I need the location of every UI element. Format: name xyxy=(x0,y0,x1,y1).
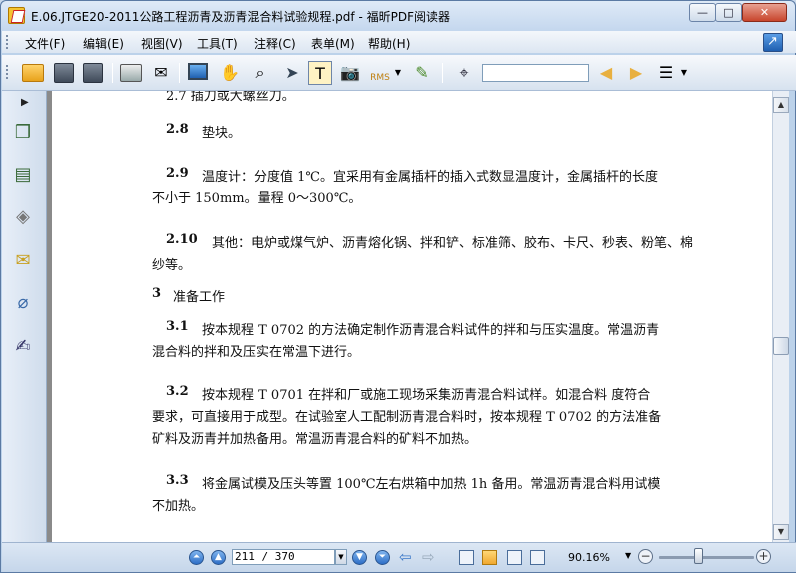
doc-line-2-10b: 纱等。 xyxy=(152,258,192,273)
doc-line-2-7: 2.7 插刀或大螺丝刀。 xyxy=(166,91,295,104)
menu-grip[interactable] xyxy=(6,35,9,49)
scroll-down-button[interactable]: ▼ xyxy=(773,524,789,540)
zoom-level[interactable]: 90.16% xyxy=(568,551,610,564)
doc-line-3-2c: 矿料及沥青并加热备用。常温沥青混合料的矿料不加热。 xyxy=(152,432,478,447)
go-back-icon[interactable]: ⇦ xyxy=(399,550,412,565)
doc-line-3-1: 按本规程 T 0702 的方法确定制作沥青混合料试件的拌和与压实温度。常温沥青 xyxy=(202,323,660,338)
page-dropdown-icon[interactable]: ▼ xyxy=(335,549,347,565)
doc-line-2-8: 垫块。 xyxy=(202,126,242,141)
page-number-input[interactable]: 211 / 370 xyxy=(232,549,335,565)
hand-tool-icon[interactable]: ✋ xyxy=(218,61,242,85)
doc-line-2-10: 其他：电炉或煤气炉、沥青熔化锅、拌和铲、标准筛、胶布、卡尺、秒表、粉笔、棉 xyxy=(212,236,694,251)
toolbar-separator xyxy=(442,63,443,83)
minimize-button[interactable]: — xyxy=(689,3,716,22)
zoom-slider-track[interactable] xyxy=(659,556,754,559)
rms-lock-icon[interactable]: RMS xyxy=(368,61,392,85)
go-forward-icon[interactable]: ⇨ xyxy=(422,550,435,565)
select-arrow-icon[interactable]: ➤ xyxy=(280,61,304,85)
pages-icon[interactable]: ❒ xyxy=(12,121,34,145)
rms-dropdown-icon[interactable]: ▼ xyxy=(392,61,404,85)
doc-num-2-9: 2.9 xyxy=(166,166,189,181)
menu-edit[interactable]: 编辑(E) xyxy=(83,35,124,52)
close-button[interactable]: ✕ xyxy=(742,3,787,22)
status-bar: ⏶ ▲ 211 / 370 ▼ ▼ ⏷ ⇦ ⇨ 90.16% ▼ − + xyxy=(2,542,796,572)
doc-line-3-1b: 混合料的拌和及压实在常温下进行。 xyxy=(152,345,361,360)
doc-num-3: 3 xyxy=(152,286,162,301)
layers-icon[interactable]: ◈ xyxy=(12,205,34,229)
sign-icon[interactable]: ✎ xyxy=(410,61,434,85)
window-title: E.06.JTGE20-2011公路工程沥青及沥青混合料试验规程.pdf - 福… xyxy=(31,10,450,24)
bookmarks-icon[interactable]: ▤ xyxy=(12,163,34,187)
expand-icon[interactable] xyxy=(763,33,783,52)
snapshot-icon[interactable]: 📷 xyxy=(338,61,362,85)
find-options-icon[interactable]: ☰ xyxy=(654,61,678,85)
toolbar-grip[interactable] xyxy=(6,65,9,79)
find-prev-icon[interactable]: ◀ xyxy=(594,61,618,85)
doc-num-3-3: 3.3 xyxy=(166,473,189,488)
attachments-icon[interactable]: ⌀ xyxy=(12,291,34,315)
zoom-out-button[interactable]: − xyxy=(638,549,653,564)
signatures-icon[interactable]: ✍ xyxy=(12,335,34,359)
last-page-icon[interactable]: ⏷ xyxy=(375,550,390,565)
facing-view-icon[interactable] xyxy=(507,550,522,565)
print-icon[interactable] xyxy=(120,64,142,82)
continuous-facing-view-icon[interactable] xyxy=(530,550,545,565)
email-icon[interactable]: ✉ xyxy=(149,61,173,85)
title-bar[interactable]: E.06.JTGE20-2011公路工程沥青及沥青混合料试验规程.pdf - 福… xyxy=(1,1,795,31)
find-next-icon[interactable]: ▶ xyxy=(624,61,648,85)
zoom-dropdown-icon[interactable]: ▼ xyxy=(625,551,631,560)
menu-tools[interactable]: 工具(T) xyxy=(197,35,238,52)
zoom-slider-thumb[interactable] xyxy=(694,548,703,564)
menu-view[interactable]: 视图(V) xyxy=(141,35,183,52)
fullscreen-icon[interactable] xyxy=(188,63,208,80)
continuous-view-icon[interactable] xyxy=(482,550,497,565)
menu-form[interactable]: 表单(M) xyxy=(311,35,355,52)
open-folder-icon[interactable] xyxy=(22,64,44,82)
app-window: E.06.JTGE20-2011公路工程沥青及沥青混合料试验规程.pdf - 福… xyxy=(0,0,796,573)
comments-icon[interactable]: ✉ xyxy=(12,249,34,273)
menu-comment[interactable]: 注释(C) xyxy=(254,35,296,52)
doc-num-3-2: 3.2 xyxy=(166,384,189,399)
menu-help[interactable]: 帮助(H) xyxy=(368,35,410,52)
panel-expand-icon[interactable]: ▶ xyxy=(21,97,29,108)
binoculars-icon[interactable]: ⌖ xyxy=(452,61,476,85)
doc-line-3-2b: 要求，可直接用于成型。在试验室人工配制沥青混合料时，按本规程 T 0702 的方… xyxy=(152,410,662,425)
menu-bar: 文件(F) 编辑(E) 视图(V) 工具(T) 注释(C) 表单(M) 帮助(H… xyxy=(2,31,796,53)
doc-line-2-9b: 不小于 150mm。量程 0～300℃。 xyxy=(152,191,362,206)
pdf-page: 2.7 插刀或大螺丝刀。 2.8 垫块。 2.9 温度计：分度值 1℃。宜采用有… xyxy=(52,91,772,542)
doc-num-2-8: 2.8 xyxy=(166,122,189,137)
main-toolbar: ✉ ✋ ⌕ ➤ T 📷 RMS ▼ ✎ ⌖ ◀ ▶ ☰ ▼ xyxy=(2,55,796,91)
find-dropdown-icon[interactable]: ▼ xyxy=(679,61,689,85)
next-page-icon[interactable]: ▼ xyxy=(352,550,367,565)
zoom-tool-icon[interactable]: ⌕ xyxy=(248,61,272,85)
search-input[interactable] xyxy=(482,64,589,82)
toolbar-separator xyxy=(179,63,180,83)
save-icon[interactable] xyxy=(54,63,74,83)
save-as-icon[interactable] xyxy=(83,63,103,83)
maximize-button[interactable]: □ xyxy=(715,3,742,22)
zoom-in-button[interactable]: + xyxy=(756,549,771,564)
single-page-view-icon[interactable] xyxy=(459,550,474,565)
doc-heading-3: 准备工作 xyxy=(173,290,226,305)
document-viewport[interactable]: 2.7 插刀或大螺丝刀。 2.8 垫块。 2.9 温度计：分度值 1℃。宜采用有… xyxy=(47,91,772,542)
toolbar-separator xyxy=(112,63,113,83)
navigation-panel: ▶ ❒ ▤ ◈ ✉ ⌀ ✍ xyxy=(2,91,47,542)
doc-num-3-1: 3.1 xyxy=(166,319,189,334)
prev-page-icon[interactable]: ▲ xyxy=(211,550,226,565)
menu-file[interactable]: 文件(F) xyxy=(25,35,65,52)
foxit-app-icon[interactable] xyxy=(8,7,25,24)
scroll-up-button[interactable]: ▲ xyxy=(773,97,789,113)
doc-line-3-2: 按本规程 T 0701 在拌和厂或施工现场采集沥青混合料试样。如混合料 度符合 xyxy=(202,388,651,403)
first-page-icon[interactable]: ⏶ xyxy=(189,550,204,565)
doc-line-3-3: 将金属试模及压头等置 100℃左右烘箱中加热 1h 备用。常温沥青混合料用试模 xyxy=(202,477,661,492)
vertical-scrollbar[interactable]: ▲ ▼ xyxy=(772,91,789,542)
scroll-thumb[interactable] xyxy=(773,337,789,355)
doc-line-2-9: 温度计：分度值 1℃。宜采用有金属插杆的插入式数显温度计，金属插杆的长度 xyxy=(202,170,658,185)
doc-line-3-3b: 不加热。 xyxy=(152,499,205,514)
text-select-icon[interactable]: T xyxy=(308,61,332,85)
doc-num-2-10: 2.10 xyxy=(166,232,198,247)
